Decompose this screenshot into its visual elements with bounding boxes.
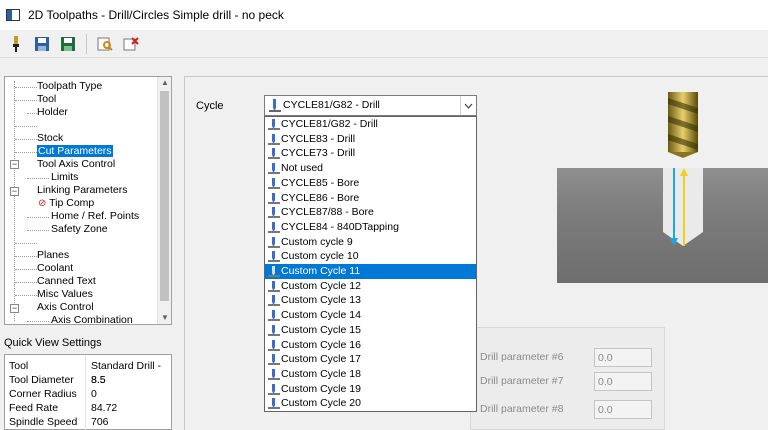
cycle-option-label: Custom cycle 9 (281, 235, 353, 248)
table-row: Tool Standard Drill - 8.5 (9, 360, 162, 386)
tree-scrollbar[interactable]: ▲ ▼ (157, 77, 171, 324)
tree-item-safety-zone[interactable]: Safety Zone (51, 223, 108, 236)
table-row: Feed Rate 84.72 (9, 402, 118, 414)
cycle-option-label: CYCLE84 - 840DTapping (281, 220, 399, 233)
table-row: Spindle Speed 706 (9, 416, 109, 428)
cycle-option[interactable]: Custom Cycle 18 (265, 367, 476, 382)
collapse-tool-axis-control[interactable]: − (10, 160, 19, 169)
preview-icon[interactable] (95, 34, 115, 54)
cycle-option-label: Custom Cycle 11 (281, 265, 361, 277)
cycle-select[interactable]: CYCLE81/G82 - Drill (264, 95, 477, 116)
toolbar (0, 30, 768, 58)
cycle-option-label: Custom Cycle 19 (281, 382, 361, 395)
tree-item-tool-axis-control[interactable]: Tool Axis Control (37, 158, 115, 171)
cycle-option[interactable]: Custom Cycle 17 (265, 352, 476, 367)
cycle-selected-value: CYCLE81/G82 - Drill (283, 99, 380, 111)
drill-param-6-field[interactable]: 0.0 (594, 348, 652, 367)
cycle-option-label: CYCLE81/G82 - Drill (281, 118, 378, 130)
collapse-axis-control[interactable]: − (10, 304, 19, 313)
tree-item-cut-parameters[interactable]: Cut Parameters (37, 145, 113, 158)
window-title: 2D Toolpaths - Drill/Circles Simple dril… (28, 8, 284, 22)
cycle-option[interactable]: Custom Cycle 15 (265, 323, 476, 338)
tree-item-tip-comp[interactable]: ⊘ Tip Comp (38, 197, 94, 210)
scroll-down-icon[interactable]: ▼ (158, 312, 171, 324)
cycle-option-label: CYCLE87/88 - Bore (281, 206, 374, 219)
cycle-option-label: Custom Cycle 15 (281, 323, 361, 336)
drill-cycle-icon (269, 99, 281, 115)
tree-item-axis-combination[interactable]: Axis Combination (51, 314, 133, 324)
cycle-option[interactable]: CYCLE86 - Bore (265, 191, 476, 206)
cycle-option-label: Custom Cycle 13 (281, 294, 361, 307)
tree-item-coolant[interactable]: Coolant (37, 262, 73, 275)
app-icon (6, 9, 20, 21)
tree-item-limits[interactable]: Limits (51, 171, 78, 184)
drill-param-8-field[interactable]: 0.0 (594, 400, 652, 419)
tree-item-canned-text[interactable]: Canned Text (37, 275, 96, 288)
tree-item-tool[interactable]: Tool (37, 93, 56, 106)
cycle-option-label: Custom Cycle 20 (281, 397, 361, 410)
drill-param-6-label: Drill parameter #6 (480, 351, 564, 363)
quick-view-table: Tool Standard Drill - 8.5 Tool Diameter 8.… (4, 354, 172, 430)
cycle-option-label: CYCLE73 - Drill (281, 147, 356, 160)
cycle-option[interactable]: CYCLE85 - Bore (265, 176, 476, 191)
drill-preview-image (557, 168, 768, 283)
disabled-icon: ⊘ (38, 198, 47, 209)
tree-item-misc-values[interactable]: Misc Values (37, 288, 93, 301)
cycle-option-label: CYCLE83 - Drill (281, 132, 356, 145)
tree-item-toolpath-type[interactable]: Toolpath Type (37, 80, 102, 93)
drill-cycle-icon (268, 398, 280, 414)
cycle-label: Cycle (196, 100, 224, 112)
drill-param-7-field[interactable]: 0.0 (594, 372, 652, 391)
quick-view-title: Quick View Settings (4, 337, 102, 349)
save-icon[interactable] (32, 34, 52, 54)
save-all-icon[interactable] (58, 34, 78, 54)
cycle-option-label: CYCLE86 - Bore (281, 191, 360, 204)
cycle-option-label: Custom Cycle 16 (281, 338, 361, 351)
cycle-option[interactable]: CYCLE81/G82 - Drill (265, 117, 476, 132)
table-row: Corner Radius 0 (9, 388, 97, 400)
tree-item-axis-control[interactable]: Axis Control (37, 301, 94, 314)
cycle-option[interactable]: Not used (265, 161, 476, 176)
cycle-option[interactable]: Custom Cycle 11 (265, 264, 476, 279)
tree-item-holder[interactable]: Holder (37, 106, 68, 119)
tree-item-planes[interactable]: Planes (37, 249, 69, 262)
cycle-dropdown-list[interactable]: CYCLE81/G82 - Drill CYCLE83 - Drill CYCLE7… (264, 116, 477, 412)
cycle-option[interactable]: Custom Cycle 16 (265, 338, 476, 353)
drill-bit-icon (664, 92, 702, 158)
cycle-option[interactable]: CYCLE73 - Drill (265, 146, 476, 161)
tree-item-home-ref-points[interactable]: Home / Ref. Points (51, 210, 139, 223)
cycle-option[interactable]: Custom Cycle 19 (265, 382, 476, 397)
cycle-option-label: Custom Cycle 18 (281, 367, 361, 380)
toolbar-separator (86, 33, 87, 54)
tree-item-linking-parameters[interactable]: Linking Parameters (37, 184, 127, 197)
tree-item-stock[interactable]: Stock (37, 132, 63, 145)
title-bar: 2D Toolpaths - Drill/Circles Simple dril… (0, 0, 768, 30)
scroll-up-icon[interactable]: ▲ (158, 77, 171, 89)
cycle-option[interactable]: CYCLE87/88 - Bore (265, 205, 476, 220)
cycle-option[interactable]: CYCLE84 - 840DTapping (265, 220, 476, 235)
drill-param-7-label: Drill parameter #7 (480, 375, 564, 387)
cycle-option[interactable]: Custom Cycle 13 (265, 293, 476, 308)
cycle-option[interactable]: Custom cycle 10 (265, 249, 476, 264)
scrollbar-thumb[interactable] (160, 91, 169, 301)
cycle-option[interactable]: Custom Cycle 14 (265, 308, 476, 323)
cycle-option-label: Custom Cycle 17 (281, 353, 361, 366)
cycle-option-label: Custom cycle 10 (281, 250, 359, 263)
pin-icon[interactable] (6, 34, 26, 54)
cycle-option-label: Not used (281, 162, 324, 175)
cycle-option-label: CYCLE85 - Bore (281, 176, 360, 189)
cycle-option[interactable]: CYCLE83 - Drill (265, 132, 476, 147)
drill-param-8-label: Drill parameter #8 (480, 403, 564, 415)
cycle-option[interactable]: Custom Cycle 12 (265, 279, 476, 294)
cycle-option[interactable]: Custom cycle 9 (265, 235, 476, 250)
chevron-down-icon[interactable] (460, 96, 476, 115)
collapse-linking-parameters[interactable]: − (10, 187, 19, 196)
parameter-tree[interactable]: Toolpath Type Tool Holder Stock Cut Para… (4, 76, 172, 325)
cycle-option-label: Custom Cycle 14 (281, 309, 361, 322)
cycle-option-label: Custom Cycle 12 (281, 279, 361, 292)
table-row: Tool Diameter 8.5 (9, 374, 106, 386)
cycle-option[interactable]: Custom Cycle 20 (265, 396, 476, 411)
clear-icon[interactable] (121, 34, 141, 54)
